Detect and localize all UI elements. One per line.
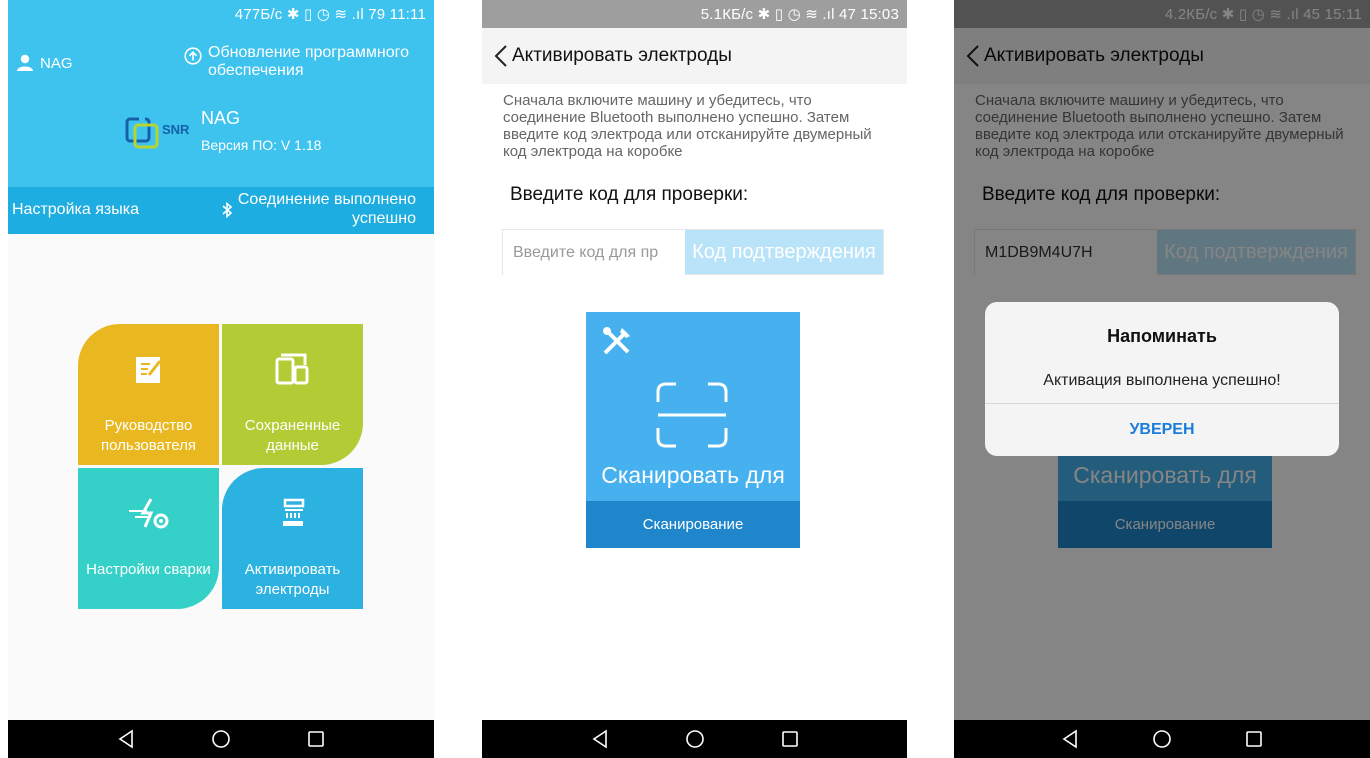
settings-bar: Настройка языка Соединение выполнено усп…	[8, 187, 434, 234]
language-setting[interactable]: Настройка языка	[12, 201, 139, 219]
welding-settings-label: Настройки сварки	[86, 561, 211, 578]
bluetooth-icon	[220, 201, 234, 219]
user-icon	[16, 54, 34, 72]
dialog-title: Напоминать	[1107, 326, 1217, 346]
welding-settings-tile[interactable]: Настройки сварки	[78, 468, 219, 609]
activate-electrodes-label: Активировать электроды	[244, 561, 341, 598]
dialog-message: Активация выполнена успешно!	[1043, 372, 1281, 389]
phone-screen-activation-dialog: 4.2КБ/с ✱ ▯ ◷ ≋ .ıl 45 15:11 Активироват…	[954, 0, 1370, 758]
brand-block: NAG Версия ПО: V 1.18	[123, 108, 321, 153]
recent-square-icon[interactable]	[296, 724, 336, 754]
system-nav-bar	[8, 720, 434, 758]
activate-content: Сначала включите машину и убедитесь, что…	[482, 84, 907, 720]
user-manual-label: Руководство пользователя	[101, 417, 196, 454]
home-circle-icon[interactable]	[1142, 724, 1182, 754]
devices-icon	[275, 350, 311, 390]
saved-data-tile[interactable]: Сохраненные данные	[222, 324, 363, 465]
status-text: 5.1КБ/с ✱ ▯ ◷ ≋ .ıl 47 15:03	[700, 6, 899, 23]
recent-square-icon[interactable]	[1234, 724, 1274, 754]
scan-frame-icon	[654, 380, 730, 455]
code-entry-row: Код подтверждения	[502, 229, 884, 276]
dialog-confirm-button[interactable]: УВЕРЕН	[985, 404, 1339, 456]
system-nav-bar	[954, 720, 1370, 758]
app-header: NAG Обновление программного обеспечения …	[8, 28, 434, 188]
back-triangle-icon[interactable]	[106, 724, 146, 754]
brand-text: NAG Версия ПО: V 1.18	[201, 108, 321, 153]
phone-screen-activate: 5.1КБ/с ✱ ▯ ◷ ≋ .ıl 47 15:03 Активироват…	[482, 0, 907, 758]
brand-logo-text: SNR	[162, 122, 190, 137]
back-triangle-icon[interactable]	[580, 724, 620, 754]
update-label: Обновление программного обеспечения	[208, 44, 410, 79]
tools-icon	[600, 324, 634, 363]
verify-code-button[interactable]: Код подтверждения	[685, 230, 883, 274]
home-circle-icon[interactable]	[201, 724, 241, 754]
menu-grid: Руководство пользователя Сохраненные дан…	[8, 234, 434, 720]
title-bar: Активировать электроды	[482, 28, 907, 84]
electrode-icon	[275, 494, 311, 534]
saved-data-label: Сохраненные данные	[244, 417, 341, 454]
system-nav-bar	[482, 720, 907, 758]
status-bar: 477Б/с ✱ ▯ ◷ ≋ .ıl 79 11:11	[8, 0, 434, 28]
firmware-version: Версия ПО: V 1.18	[201, 137, 322, 153]
status-bar: 5.1КБ/с ✱ ▯ ◷ ≋ .ıl 47 15:03	[482, 0, 907, 28]
back-chevron-icon[interactable]	[494, 44, 508, 68]
user-name: NAG	[40, 54, 73, 72]
page-title: Активировать электроды	[512, 45, 732, 66]
scan-button[interactable]: Сканирование	[586, 501, 800, 548]
back-triangle-icon[interactable]	[1050, 724, 1090, 754]
recent-square-icon[interactable]	[770, 724, 810, 754]
status-text: 477Б/с ✱ ▯ ◷ ≋ .ıl 79 11:11	[234, 6, 426, 23]
reminder-dialog: Напоминать Активация выполнена успешно! …	[985, 302, 1339, 456]
code-prompt: Введите код для проверки:	[510, 184, 749, 205]
user-manual-tile[interactable]: Руководство пользователя	[78, 324, 219, 465]
lightning-gear-icon	[125, 494, 173, 534]
brand-name: NAG	[201, 108, 241, 128]
scan-card[interactable]: Сканировать для Сканирование	[586, 312, 800, 548]
activate-electrodes-tile[interactable]: Активировать электроды	[222, 468, 363, 609]
instructions-text: Сначала включите машину и убедитесь, что…	[503, 92, 872, 160]
connection-status: Соединение выполнено успешно	[237, 191, 416, 227]
home-circle-icon[interactable]	[675, 724, 715, 754]
upload-arrow-icon	[184, 47, 202, 80]
note-edit-icon	[132, 350, 166, 390]
software-update-link[interactable]: Обновление программного обеспечения	[184, 44, 428, 80]
scan-title: Сканировать для	[601, 462, 785, 488]
phone-screen-main-menu: 477Б/с ✱ ▯ ◷ ≋ .ıl 79 11:11 NAG Обновлен…	[8, 0, 434, 758]
user-profile[interactable]: NAG	[16, 54, 73, 72]
electrode-code-input[interactable]	[503, 230, 685, 276]
